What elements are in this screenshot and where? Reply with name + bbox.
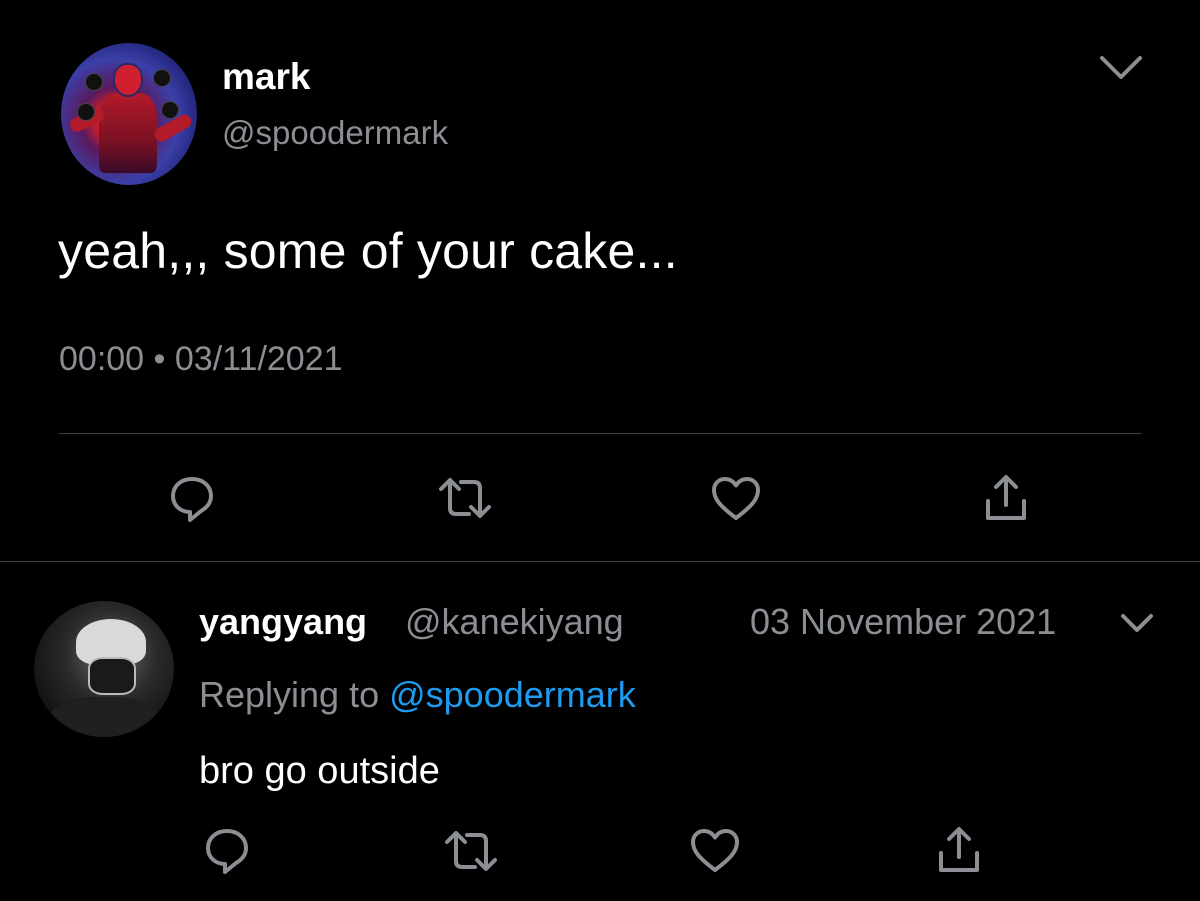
retweet-icon[interactable] bbox=[444, 828, 498, 874]
tweet-text: bro go outside bbox=[199, 750, 440, 792]
display-name[interactable]: mark bbox=[222, 56, 310, 98]
chevron-down-icon[interactable] bbox=[1119, 610, 1155, 636]
like-icon[interactable] bbox=[710, 476, 762, 522]
avatar-figure-head bbox=[113, 63, 143, 97]
reply-icon[interactable] bbox=[203, 826, 251, 876]
avatar-figure bbox=[48, 697, 160, 737]
like-icon[interactable] bbox=[689, 828, 741, 874]
avatar-figure-mask bbox=[88, 657, 136, 695]
mention-link[interactable]: @spoodermark bbox=[389, 674, 636, 715]
divider bbox=[59, 433, 1142, 434]
divider bbox=[0, 561, 1200, 562]
avatar-balloon bbox=[153, 69, 171, 87]
tweet-timestamp[interactable]: 00:00 • 03/11/2021 bbox=[59, 340, 343, 379]
retweet-icon[interactable] bbox=[438, 475, 492, 521]
avatar[interactable] bbox=[61, 43, 197, 185]
avatar[interactable] bbox=[34, 601, 174, 737]
avatar-balloon bbox=[85, 73, 103, 91]
user-handle[interactable]: @spoodermark bbox=[222, 114, 448, 152]
share-icon[interactable] bbox=[983, 474, 1029, 522]
replying-to: Replying to @spoodermark bbox=[199, 674, 636, 716]
share-icon[interactable] bbox=[936, 826, 982, 874]
tweet-text: yeah,,, some of your cake... bbox=[58, 223, 678, 279]
avatar-balloon bbox=[161, 101, 179, 119]
reply-icon[interactable] bbox=[168, 474, 216, 524]
tweet-date[interactable]: 03 November 2021 bbox=[750, 601, 1056, 643]
avatar-balloon bbox=[77, 103, 95, 121]
user-handle[interactable]: @kanekiyang bbox=[405, 601, 624, 643]
chevron-down-icon[interactable] bbox=[1096, 50, 1146, 84]
avatar-figure bbox=[99, 93, 157, 173]
replying-to-label: Replying to bbox=[199, 674, 390, 715]
display-name[interactable]: yangyang bbox=[199, 601, 367, 643]
